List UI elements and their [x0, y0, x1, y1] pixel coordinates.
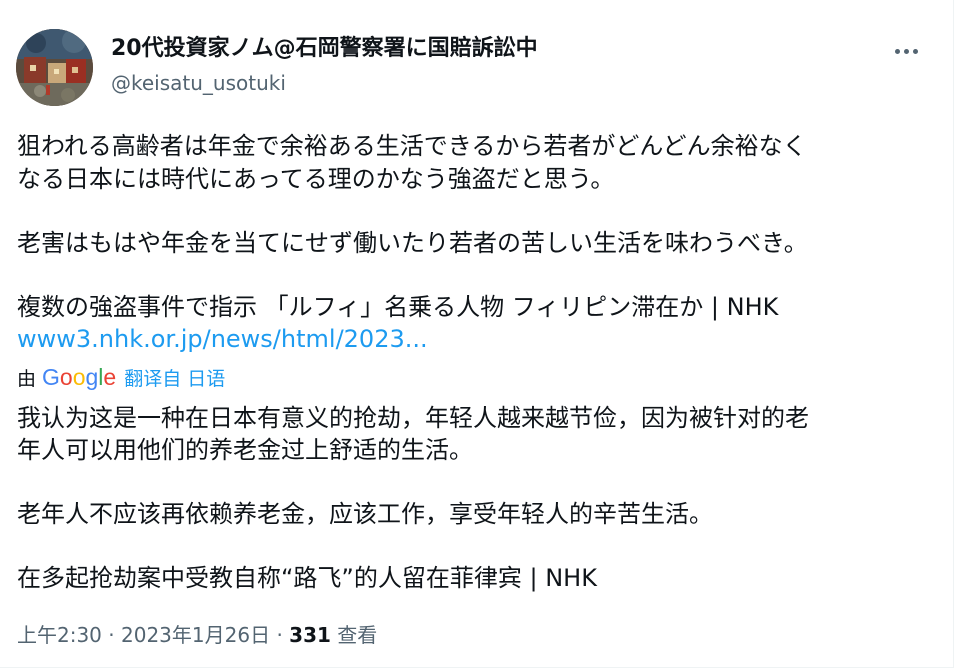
tweet-text-line: なる日本には時代にあってる理のかなう強盗だと思う。: [17, 165, 615, 193]
more-horizontal-icon: [894, 48, 918, 54]
meta-separator: ·: [276, 623, 283, 647]
translated-text-line: 在多起抢劫案中受教自称“路飞”的人留在菲律宾 | NHK: [17, 564, 597, 592]
avatar-image: [16, 29, 93, 106]
views-count[interactable]: 331: [289, 623, 331, 647]
translated-text-line: 老年人不应该再依赖养老金，应该工作，享受年轻人的辛苦生活。: [17, 500, 713, 528]
google-logo: Google: [42, 362, 116, 392]
tweet-time[interactable]: 上午2:30: [17, 623, 102, 647]
translation-prefix: 由: [17, 367, 37, 390]
author-handle[interactable]: @keisatu_usotuki: [111, 70, 286, 96]
tweet-text-line: 狙われる高齢者は年金で余裕ある生活できるから若者がどんどん余裕なく: [17, 132, 807, 160]
tweet-meta: 上午2:30 · 2023年1月26日 · 331 查看: [17, 620, 377, 650]
tweet-card: 20代投資家ノム@石岡警察署に国賠訴訟中 @keisatu_usotuki 狙わ…: [0, 0, 954, 668]
tweet-date[interactable]: 2023年1月26日: [121, 623, 270, 647]
translated-from-link[interactable]: 翻译自 日语: [124, 364, 225, 391]
meta-separator: ·: [108, 623, 115, 647]
google-letter: g: [85, 364, 99, 390]
avatar[interactable]: [16, 29, 93, 106]
tweet-link[interactable]: www3.nhk.or.jp/news/html/2023...: [17, 323, 428, 355]
views-label: 查看: [337, 623, 378, 647]
google-letter: o: [59, 364, 73, 390]
translated-text-line: 我认为这是一种在日本有意义的抢劫，年轻人越来越节俭，因为被针对的老: [17, 404, 809, 432]
google-letter: o: [72, 364, 86, 390]
translated-text-line: 年人可以用他们的养老金过上舒适的生活。: [17, 436, 473, 464]
tweet-text-line: 複数の強盗事件で指示 「ルフィ」名乗る人物 フィリピン滞在か | NHK: [17, 293, 779, 321]
translation-attribution: 由 Google 翻译自 日语: [17, 362, 225, 392]
author-name[interactable]: 20代投資家ノム@石岡警察署に国賠訴訟中: [111, 34, 538, 64]
tweet-text-line: 老害はもはや年金を当てにせず働いたり若者の苦しい生活を味わうべき。: [17, 229, 808, 257]
google-letter: G: [42, 364, 60, 390]
google-letter: e: [103, 364, 117, 390]
more-options-button[interactable]: [888, 36, 924, 66]
